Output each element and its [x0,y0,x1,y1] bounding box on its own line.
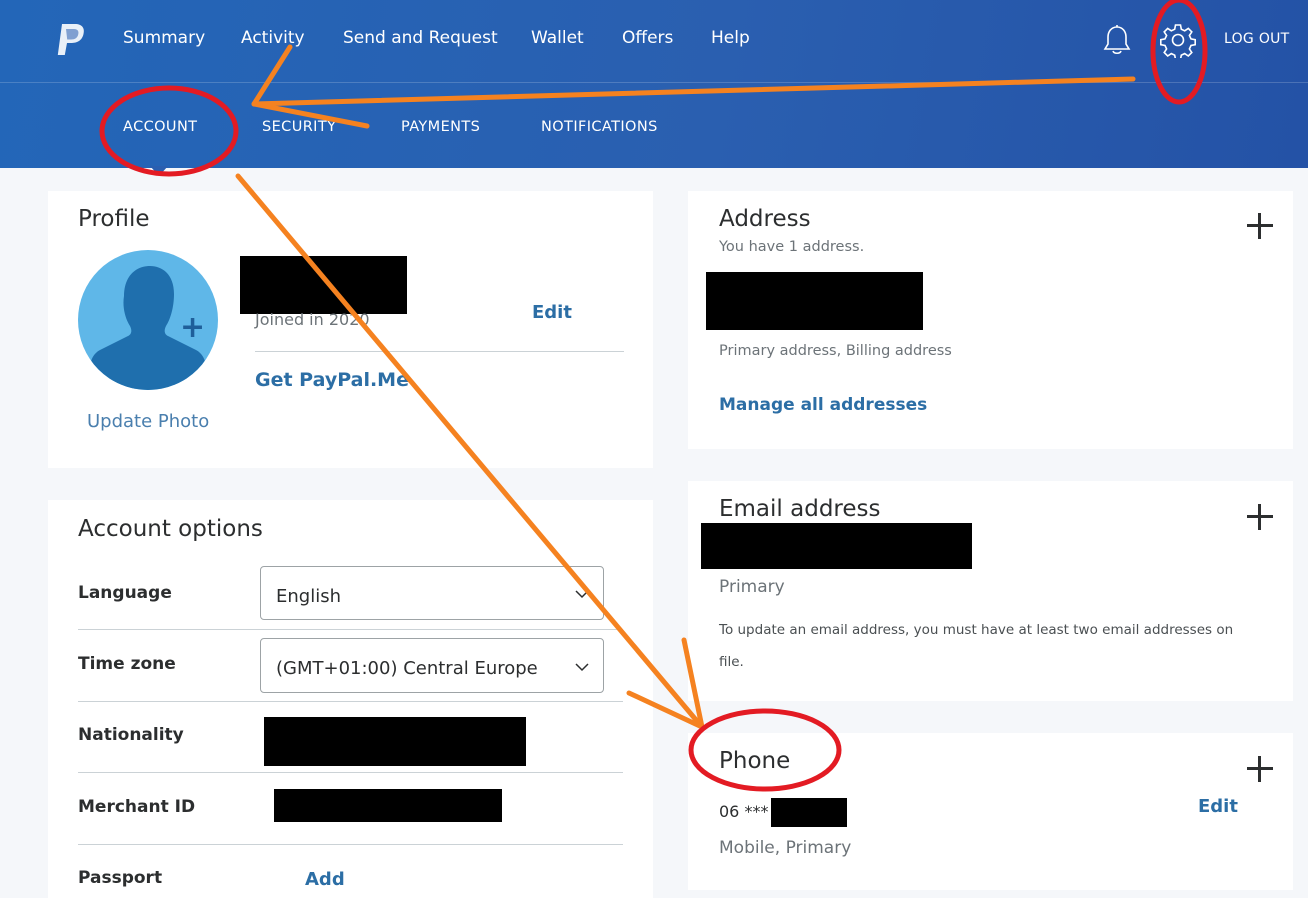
passport-add-link[interactable]: Add [305,869,345,890]
email-note-line1: To update an email address, you must hav… [719,622,1234,638]
account-options-card [48,500,653,898]
paypal-logo[interactable] [54,22,88,58]
add-address-plus-icon[interactable] [1247,213,1273,239]
timezone-label: Time zone [78,654,176,674]
phone-edit-link[interactable]: Edit [1198,796,1238,817]
add-email-plus-icon[interactable] [1247,504,1273,530]
nav-offers[interactable]: Offers [622,28,673,48]
top-nav: Summary Activity Send and Request Wallet… [0,0,1308,80]
update-photo-link[interactable]: Update Photo [87,411,209,432]
phone-title: Phone [719,748,791,774]
redacted-name [240,256,407,314]
add-photo-plus-icon[interactable]: + [180,310,205,345]
merchant-id-label: Merchant ID [78,797,196,817]
gear-icon[interactable] [1160,22,1196,58]
nav-summary[interactable]: Summary [123,28,205,48]
redacted-address [706,272,923,330]
nationality-label: Nationality [78,725,184,745]
tab-payments[interactable]: PAYMENTS [401,119,480,135]
option-divider [78,844,623,845]
redacted-email [701,523,972,569]
header-divider [0,82,1308,83]
language-value: English [276,586,341,607]
profile-title: Profile [78,206,150,232]
active-tab-caret [150,166,168,176]
tab-notifications[interactable]: NOTIFICATIONS [541,119,658,135]
phone-type-text: Mobile, Primary [719,838,852,858]
account-options-title: Account options [78,516,263,542]
bell-icon[interactable] [1102,24,1132,56]
address-type-text: Primary address, Billing address [719,343,952,359]
nav-help[interactable]: Help [711,28,750,48]
phone-number-prefix: 06 *** [719,802,769,821]
nav-activity[interactable]: Activity [241,28,305,48]
language-label: Language [78,583,172,603]
redacted-merchant-id [274,789,502,822]
passport-label: Passport [78,868,163,888]
address-count-text: You have 1 address. [719,239,865,255]
tab-account[interactable]: ACCOUNT [123,119,197,135]
logout-button[interactable]: LOG OUT [1224,31,1290,47]
option-divider [78,629,623,630]
redacted-nationality [264,717,526,766]
get-paypalme-link[interactable]: Get PayPal.Me [255,369,409,391]
timezone-value: (GMT+01:00) Central Europe [276,658,538,679]
email-note-line2: file. [719,654,744,670]
header: Summary Activity Send and Request Wallet… [0,0,1308,168]
manage-addresses-link[interactable]: Manage all addresses [719,395,927,415]
option-divider [78,701,623,702]
profile-divider [255,351,624,352]
nav-wallet[interactable]: Wallet [531,28,584,48]
redacted-phone [771,798,847,827]
chevron-down-icon [575,590,589,599]
address-title: Address [719,206,811,232]
email-type-text: Primary [719,577,785,597]
joined-text: Joined in 2020 [255,310,370,329]
tab-security[interactable]: SECURITY [262,119,336,135]
email-title: Email address [719,496,881,522]
option-divider [78,772,623,773]
chevron-down-icon [575,663,589,672]
timezone-select[interactable]: (GMT+01:00) Central Europe [260,638,604,693]
add-phone-plus-icon[interactable] [1247,756,1273,782]
nav-send-and-request[interactable]: Send and Request [343,28,498,48]
language-select[interactable]: English [260,566,604,620]
profile-edit-link[interactable]: Edit [532,302,572,323]
